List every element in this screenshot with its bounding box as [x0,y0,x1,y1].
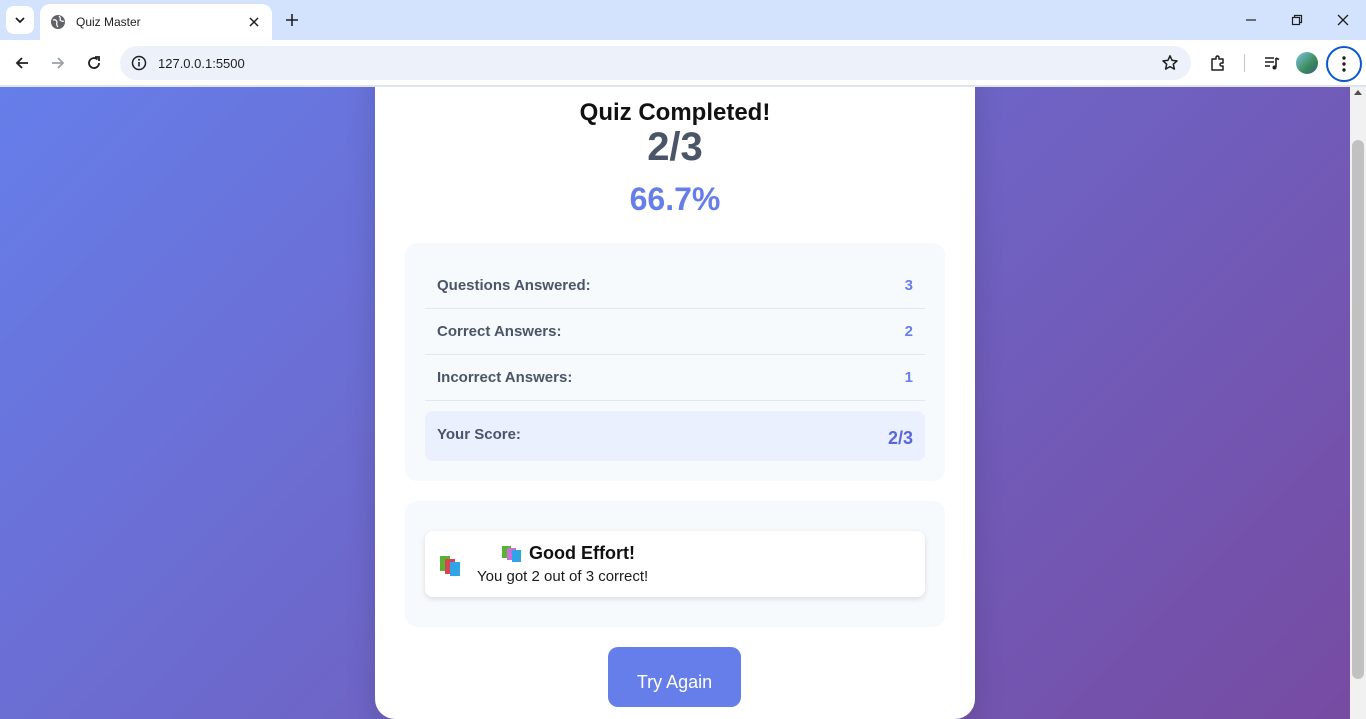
minimize-button[interactable] [1228,6,1274,34]
page-viewport: Quiz Completed! 2/3 66.7% Questions Answ… [0,87,1350,719]
score-percentage: 66.7% [629,181,721,217]
stat-label: Questions Answered: [437,277,591,294]
stat-value: 3 [904,277,913,294]
browser-tab[interactable]: Quiz Master [40,4,272,40]
plus-icon [286,14,298,26]
try-again-button[interactable]: Try Again [608,647,741,707]
stat-label: Incorrect Answers: [437,369,573,386]
restore-icon [1291,14,1303,26]
stat-value: 2 [904,323,913,340]
feedback-card: Good Effort! You got 2 out of 3 correct! [425,531,925,597]
feedback-heading: Good Effort! [501,543,635,564]
score-fraction: 2/3 [647,125,703,169]
browser-menu-button[interactable] [1326,46,1362,82]
stat-label: Your Score: [437,425,521,443]
more-vertical-icon [1342,56,1346,72]
extensions-button[interactable] [1203,48,1233,78]
close-tab-icon[interactable] [246,14,262,30]
arrow-left-icon [15,57,28,69]
reload-button[interactable] [79,48,109,78]
new-tab-button[interactable] [280,8,304,32]
bookmark-star-icon[interactable] [1153,46,1187,80]
playlist-music-icon [1265,57,1280,70]
reload-icon [88,56,100,69]
toolbar-divider [1244,54,1245,72]
address-bar[interactable]: 127.0.0.1:5500 [120,46,1191,80]
stat-row-questions-answered: Questions Answered: 3 [425,263,925,309]
tab-search-button[interactable] [6,6,34,34]
chevron-down-icon [15,17,25,24]
forward-button[interactable] [43,48,73,78]
scrollbar-thumb[interactable] [1352,140,1364,679]
restore-button[interactable] [1274,6,1320,34]
result-title: Quiz Completed! [579,99,771,126]
stat-value: 1 [904,369,913,386]
feedback-section: Good Effort! You got 2 out of 3 correct! [405,501,945,627]
url-text[interactable]: 127.0.0.1:5500 [158,56,1153,71]
feedback-message: You got 2 out of 3 correct! [477,568,649,585]
books-icon [439,553,463,577]
close-icon [1337,14,1349,26]
quiz-result-card: Quiz Completed! 2/3 66.7% Questions Answ… [375,87,975,719]
stat-value: 2/3 [887,427,913,448]
globe-icon [50,14,66,30]
browser-toolbar: 127.0.0.1:5500 [0,40,1366,86]
minimize-icon [1246,19,1256,21]
stat-row-correct-answers: Correct Answers: 2 [425,309,925,355]
tab-strip: Quiz Master [0,0,1366,40]
feedback-heading-text: Good Effort! [529,543,635,563]
close-window-button[interactable] [1320,6,1366,34]
stat-row-your-score: Your Score: 2/3 [425,411,925,461]
arrow-right-icon [52,57,65,69]
puzzle-icon [1211,55,1224,71]
profile-avatar[interactable] [1296,52,1318,74]
scroll-up-arrow-icon[interactable] [1354,90,1362,95]
site-info-icon[interactable] [122,46,156,80]
back-button[interactable] [7,48,37,78]
tab-title: Quiz Master [76,15,141,29]
media-controls-button[interactable] [1257,48,1287,78]
stat-row-incorrect-answers: Incorrect Answers: 1 [425,355,925,401]
stat-label: Correct Answers: [437,323,562,340]
stats-panel: Questions Answered: 3 Correct Answers: 2… [405,243,945,481]
books-icon [501,545,523,563]
